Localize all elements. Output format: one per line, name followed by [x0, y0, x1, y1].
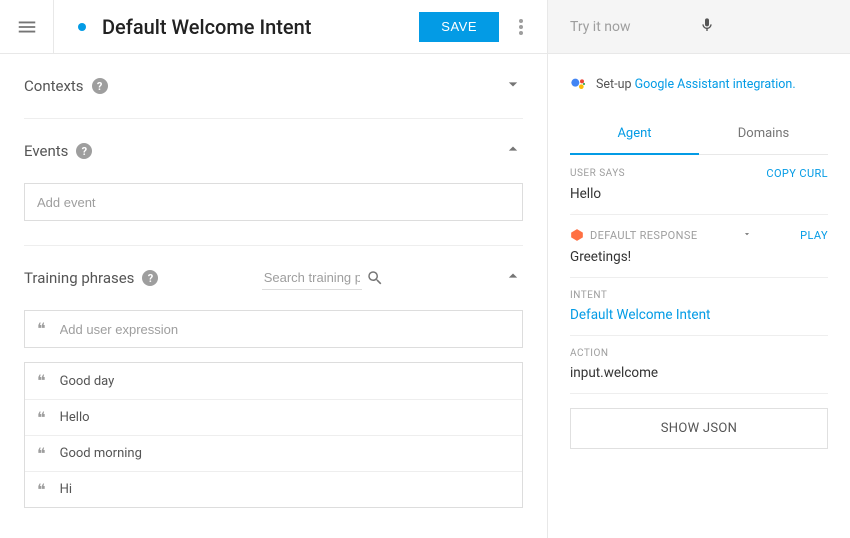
chevron-up-icon	[503, 139, 523, 159]
events-label: Events	[24, 142, 68, 160]
training-phrase-text: Hello	[60, 410, 90, 425]
play-button[interactable]: PLAY	[800, 229, 828, 242]
show-json-button[interactable]: SHOW JSON	[570, 408, 828, 449]
training-phrase-row[interactable]: ❝ Hello	[25, 399, 522, 435]
training-phrase-text: Good morning	[60, 446, 142, 461]
chevron-up-icon	[503, 266, 523, 286]
search-training-input[interactable]	[262, 266, 362, 290]
user-says-label: USER SAYS	[570, 168, 766, 179]
save-button[interactable]: SAVE	[419, 12, 499, 42]
response-icon	[570, 228, 584, 242]
contexts-section-header[interactable]: Contexts ?	[24, 54, 523, 118]
training-phrase-row[interactable]: ❝ Hi	[25, 471, 522, 507]
try-it-header: Try it now	[548, 0, 850, 54]
tab-agent[interactable]: Agent	[570, 114, 699, 155]
action-value: input.welcome	[570, 365, 828, 381]
contexts-label: Contexts	[24, 77, 84, 95]
training-phrase-text: Good day	[60, 374, 115, 389]
microphone-button[interactable]	[699, 15, 828, 39]
header-bar: Default Welcome Intent SAVE	[0, 0, 547, 54]
status-dot-icon	[78, 23, 86, 31]
default-response-label: DEFAULT RESPONSE	[590, 229, 742, 242]
action-label: ACTION	[570, 348, 828, 359]
menu-button[interactable]	[0, 0, 54, 53]
training-phrases-header: Training phrases ?	[24, 246, 523, 310]
assistant-integration-link[interactable]: Google Assistant integration.	[635, 77, 796, 92]
help-icon[interactable]: ?	[92, 78, 108, 94]
copy-curl-button[interactable]: COPY CURL	[766, 167, 828, 180]
collapse-events-button[interactable]	[503, 139, 523, 163]
caret-down-icon	[742, 229, 752, 239]
more-vert-icon	[519, 19, 523, 35]
response-dropdown[interactable]	[742, 227, 800, 243]
more-options-button[interactable]	[507, 19, 535, 35]
training-phrase-row[interactable]: ❝ Good day	[25, 363, 522, 399]
events-section-header[interactable]: Events ?	[24, 119, 523, 183]
intent-link[interactable]: Default Welcome Intent	[570, 307, 828, 323]
training-phrase-text: Hi	[60, 482, 72, 497]
training-phrases-label: Training phrases	[24, 269, 134, 287]
help-icon[interactable]: ?	[142, 270, 158, 286]
intent-label: INTENT	[570, 290, 828, 301]
quote-icon: ❝	[37, 319, 46, 339]
setup-prefix: Set-up	[596, 77, 635, 92]
training-phrase-row[interactable]: ❝ Good morning	[25, 435, 522, 471]
expand-contexts-button[interactable]	[503, 74, 523, 98]
chevron-down-icon	[503, 74, 523, 94]
quote-icon: ❝	[37, 480, 46, 500]
tab-domains[interactable]: Domains	[699, 114, 828, 154]
setup-assistant-row: Set-up Google Assistant integration.	[570, 54, 828, 114]
quote-icon: ❝	[37, 371, 46, 391]
assistant-icon	[570, 76, 586, 92]
search-icon	[366, 269, 384, 287]
add-event-input[interactable]	[24, 183, 523, 221]
help-icon[interactable]: ?	[76, 143, 92, 159]
intent-title: Default Welcome Intent	[102, 15, 311, 39]
add-expression-input[interactable]	[60, 322, 510, 337]
collapse-training-button[interactable]	[503, 266, 523, 290]
add-expression-row[interactable]: ❝	[25, 311, 522, 347]
microphone-icon	[699, 15, 715, 35]
response-value: Greetings!	[570, 249, 828, 265]
user-says-value: Hello	[570, 186, 828, 202]
side-tabs: Agent Domains	[570, 114, 828, 155]
quote-icon: ❝	[37, 408, 46, 428]
try-it-label[interactable]: Try it now	[570, 19, 699, 35]
hamburger-icon	[16, 16, 38, 38]
quote-icon: ❝	[37, 444, 46, 464]
